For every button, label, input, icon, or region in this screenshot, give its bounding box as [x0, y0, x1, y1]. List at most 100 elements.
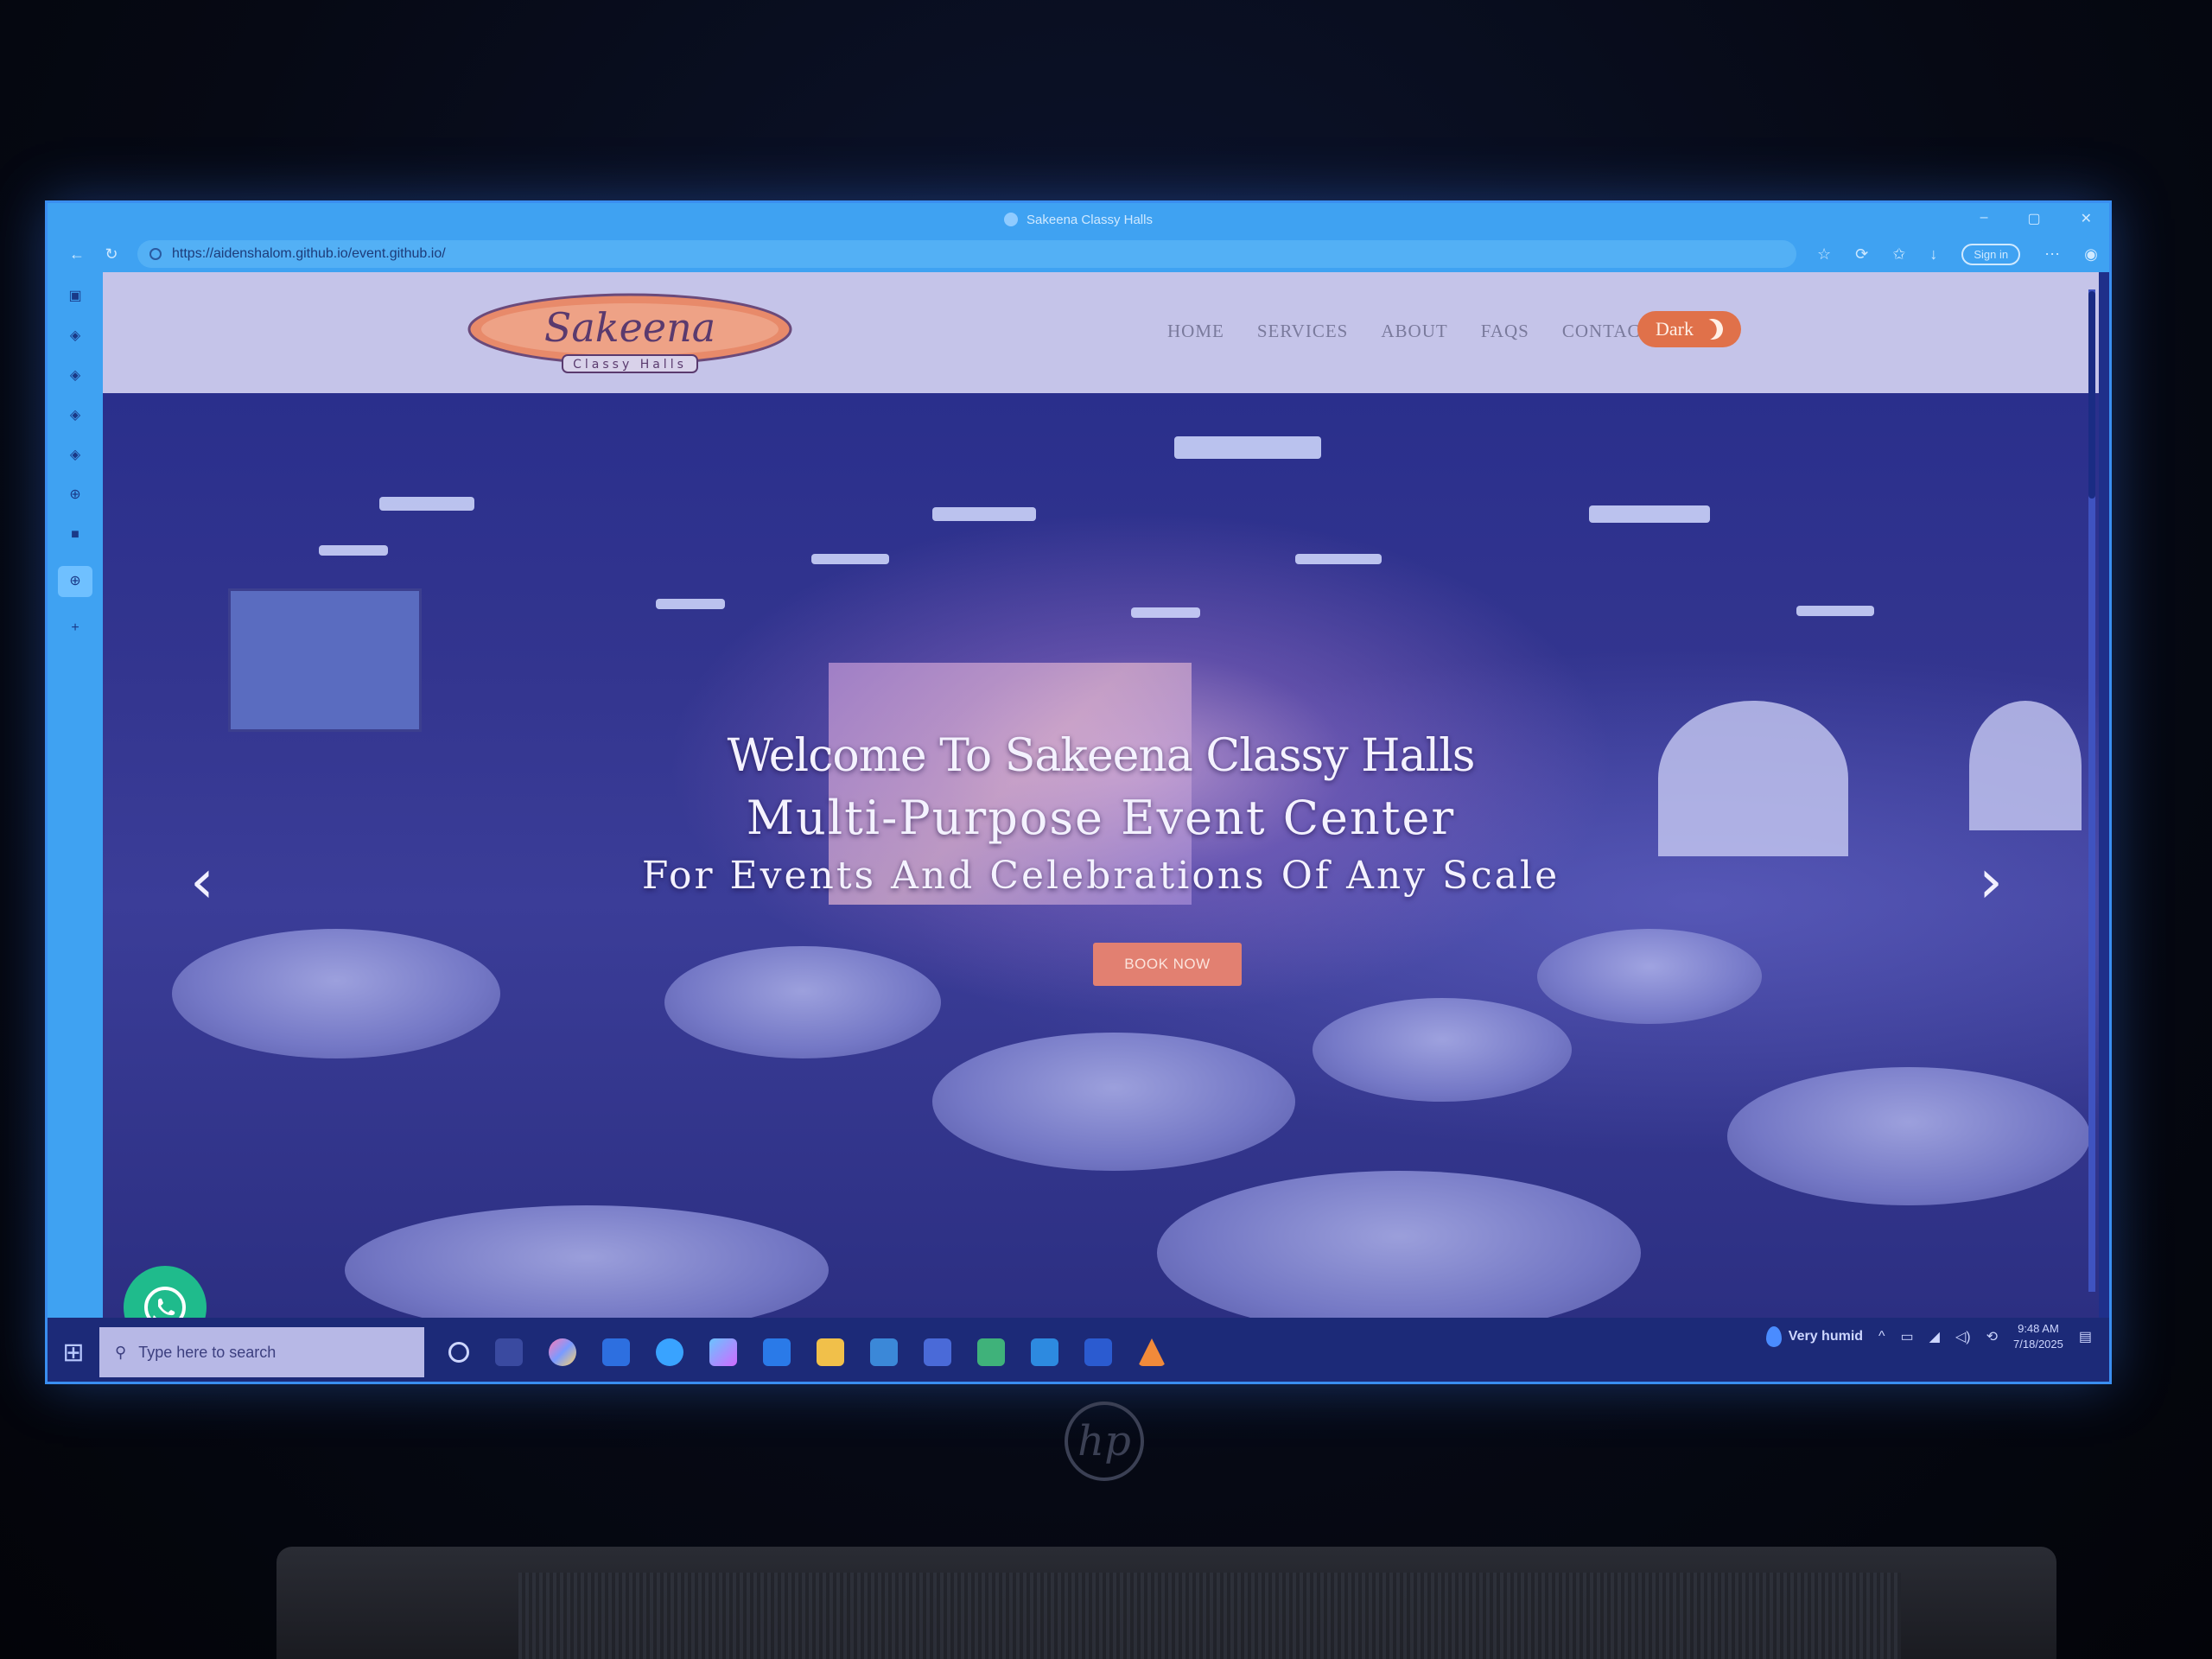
hero-subtitle: Multi-Purpose Event Center: [746, 791, 1456, 845]
vscode-icon[interactable]: [602, 1338, 630, 1366]
edge-browser-icon[interactable]: [656, 1338, 683, 1366]
task-view-icon[interactable]: [495, 1338, 523, 1366]
more-menu-icon[interactable]: ⋯: [2044, 245, 2060, 264]
carousel-next-icon[interactable]: ›: [1961, 842, 2021, 920]
word-icon[interactable]: [1084, 1338, 1112, 1366]
ceiling-light: [1796, 606, 1874, 616]
app-icon[interactable]: [924, 1338, 951, 1366]
url-text: https://aidenshalom.github.io/event.gith…: [172, 246, 446, 261]
banquet-table: [1157, 1171, 1641, 1318]
taskbar-search[interactable]: ⚲ Type here to search: [99, 1327, 424, 1377]
banquet-table: [1727, 1067, 2090, 1205]
page-scrollbar-thumb[interactable]: [2088, 291, 2095, 499]
hero-carousel: Welcome To Sakeena Classy Halls Multi-Pu…: [103, 393, 2099, 1318]
hp-logo: hp: [1065, 1402, 1144, 1481]
hero-text: Welcome To Sakeena Classy Halls Multi-Pu…: [103, 730, 2099, 898]
download-icon[interactable]: ↓: [1929, 245, 1937, 264]
humidity-icon: [1765, 1326, 1782, 1347]
whatsapp-chat-button[interactable]: [124, 1266, 207, 1318]
wifi-icon[interactable]: ◢: [1929, 1328, 1940, 1345]
favorite-star-icon[interactable]: ☆: [1817, 245, 1831, 264]
banquet-table: [172, 929, 500, 1058]
ceiling-light: [319, 545, 388, 556]
ceiling-light: [1131, 607, 1200, 618]
pin-app-icon[interactable]: [1031, 1338, 1058, 1366]
banquet-table: [345, 1205, 829, 1318]
browser-titlebar: Sakeena Classy Halls – ▢ ✕: [48, 203, 2109, 236]
banquet-table: [664, 946, 941, 1058]
sign-in-button[interactable]: Sign in: [1961, 243, 2021, 265]
clock-date: 7/18/2025: [2013, 1338, 2063, 1351]
teams-icon[interactable]: [709, 1338, 737, 1366]
book-now-button[interactable]: BOOK NOW: [1093, 943, 1242, 986]
notepad-icon[interactable]: [977, 1338, 1005, 1366]
window-controls: – ▢ ✕: [1980, 210, 2092, 227]
taskbar-search-placeholder: Type here to search: [138, 1343, 276, 1361]
hero-title: Welcome To Sakeena Classy Halls: [727, 730, 1476, 782]
weather-widget[interactable]: Very humid: [1765, 1326, 1863, 1347]
browser-vertical-tabs: ▣ ◈ ◈ ◈ ◈ ⊕ ■ ⊕ +: [48, 272, 103, 1318]
site-nav: HOME SERVICES ABOUT FAQS CONTACT: [1167, 321, 1652, 342]
hero-tagline: For Events And Celebrations Of Any Scale: [641, 854, 1560, 898]
copilot-icon[interactable]: ◉: [2084, 245, 2098, 264]
carousel-prev-icon[interactable]: ‹: [172, 842, 232, 920]
taskbar-apps: [448, 1338, 1166, 1366]
volume-icon[interactable]: ◁): [1955, 1328, 1971, 1345]
sync-icon[interactable]: ⟲: [1986, 1328, 1998, 1345]
banquet-table: [1537, 929, 1762, 1024]
site-info-icon[interactable]: [149, 248, 162, 260]
refresh-icon[interactable]: ↻: [94, 245, 129, 264]
tab-pdf-icon[interactable]: ◈: [67, 407, 84, 424]
dark-mode-toggle[interactable]: Dark: [1637, 311, 1741, 347]
dark-mode-label: Dark: [1656, 318, 1694, 340]
notifications-icon[interactable]: ▤: [2079, 1328, 2092, 1345]
tab-pdf-icon[interactable]: ◈: [67, 367, 84, 385]
site-favicon-icon: [1004, 213, 1019, 226]
outlook-icon[interactable]: [763, 1338, 791, 1366]
ceiling-light: [656, 599, 725, 609]
vlc-icon[interactable]: [1138, 1338, 1166, 1366]
search-icon: ⚲: [115, 1343, 127, 1361]
tab-pdf-icon[interactable]: ◈: [67, 447, 84, 464]
back-icon[interactable]: ←: [60, 245, 94, 264]
battery-icon[interactable]: ▭: [1901, 1328, 1914, 1345]
file-explorer-icon[interactable]: [817, 1338, 844, 1366]
sakeena-logo[interactable]: Sakeena Classy Halls: [466, 291, 794, 376]
webpage-viewport: Sakeena Classy Halls HOME SERVICES ABOUT…: [103, 272, 2099, 1318]
windows-taskbar: ⊞ ⚲ Type here to search Very humid ^ ▭ ◢…: [48, 1318, 2109, 1382]
browser-toolbar: ← ↻ https://aidenshalom.github.io/event.…: [48, 236, 2109, 272]
svg-text:Sakeena: Sakeena: [544, 304, 715, 351]
windows-start-icon[interactable]: ⊞: [48, 1338, 99, 1368]
projector-screen: [228, 588, 422, 732]
toolbar-icons: ☆ ⟳ ✩ ↓ Sign in ⋯ ◉: [1817, 243, 2098, 265]
system-tray: Very humid ^ ▭ ◢ ◁) ⟲ 9:48 AM 7/18/2025 …: [1765, 1321, 2092, 1352]
nav-services[interactable]: SERVICES: [1257, 321, 1349, 342]
nav-about[interactable]: ABOUT: [1381, 321, 1447, 342]
ceiling-light: [1589, 505, 1710, 523]
maximize-icon[interactable]: ▢: [2027, 210, 2040, 227]
tab-actions-icon[interactable]: ▣: [67, 288, 84, 305]
taskbar-clock[interactable]: 9:48 AM 7/18/2025: [2013, 1321, 2063, 1352]
copilot-app-icon[interactable]: [549, 1338, 576, 1366]
chevron-up-icon[interactable]: ^: [1878, 1329, 1885, 1344]
close-icon[interactable]: ✕: [2081, 210, 2092, 227]
whatsapp-icon: [144, 1287, 186, 1318]
address-bar[interactable]: https://aidenshalom.github.io/event.gith…: [137, 240, 1796, 268]
tab-globe-icon[interactable]: ⊕: [67, 486, 84, 504]
ceiling-light: [811, 554, 889, 564]
ceiling-light: [932, 507, 1036, 521]
minimize-icon[interactable]: –: [1980, 210, 1988, 227]
banquet-table: [932, 1033, 1295, 1171]
nav-home[interactable]: HOME: [1167, 321, 1224, 342]
favorites-icon[interactable]: ✩: [1892, 245, 1905, 264]
moon-icon: [1700, 316, 1726, 343]
nav-faqs[interactable]: FAQS: [1481, 321, 1529, 342]
cortana-icon[interactable]: [448, 1342, 469, 1363]
extensions-icon[interactable]: ⟳: [1855, 245, 1868, 264]
tab-globe-active-icon[interactable]: ⊕: [58, 566, 92, 597]
tab-pdf-icon[interactable]: ◈: [67, 327, 84, 345]
store-icon[interactable]: [870, 1338, 898, 1366]
new-tab-icon[interactable]: +: [67, 620, 84, 637]
banquet-table: [1313, 998, 1572, 1102]
tab-app-icon[interactable]: ■: [67, 526, 84, 543]
